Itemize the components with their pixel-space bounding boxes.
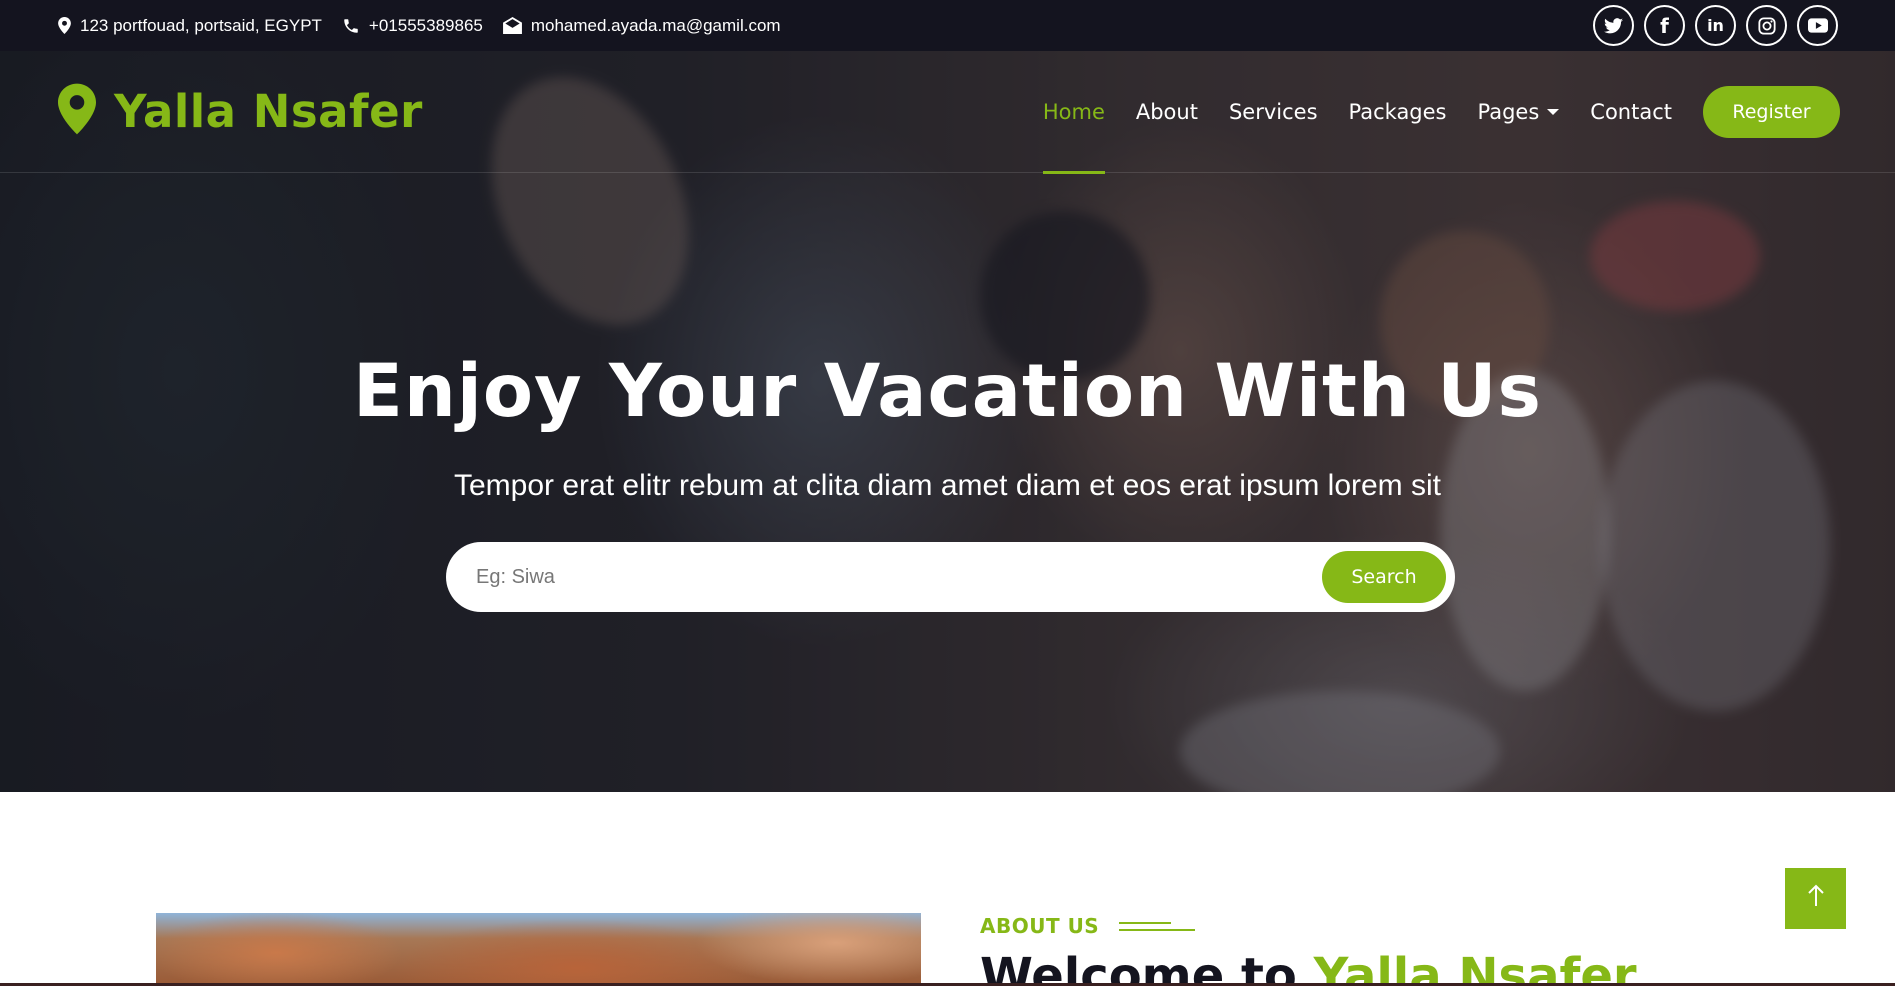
linkedin-icon[interactable]: in xyxy=(1695,5,1736,46)
about-label-row: ABOUT US xyxy=(980,914,1196,938)
map-marker-icon xyxy=(58,17,71,34)
map-marker-icon xyxy=(58,83,96,140)
social-links: f in xyxy=(1593,5,1838,46)
about-image xyxy=(156,913,921,986)
phone-item: +01555389865 xyxy=(342,16,483,36)
nav-pages-dropdown[interactable]: Pages xyxy=(1478,51,1560,173)
hero-section: Yalla Nsafer Home About Services Package… xyxy=(0,51,1895,792)
nav-pages-label: Pages xyxy=(1477,99,1540,124)
email-text: mohamed.ayada.ma@gamil.com xyxy=(530,15,781,35)
search-input[interactable] xyxy=(476,552,1322,602)
main-navbar: Yalla Nsafer Home About Services Package… xyxy=(0,51,1895,174)
about-label: ABOUT US xyxy=(980,914,1100,938)
back-to-top-button[interactable] xyxy=(1785,868,1846,929)
nav-about[interactable]: About xyxy=(1136,51,1198,173)
about-heading-accent: Yalla Nsafer xyxy=(1313,948,1637,986)
twitter-icon[interactable] xyxy=(1593,5,1634,46)
phone-text: +01555389865 xyxy=(368,15,483,35)
nav-home[interactable]: Home xyxy=(1042,51,1105,174)
envelope-icon xyxy=(502,17,522,34)
facebook-icon[interactable]: f xyxy=(1644,5,1685,46)
address-item: 123 portfouad, portsaid, EGYPT xyxy=(58,16,322,36)
contact-info: 123 portfouad, portsaid, EGYPT +01555389… xyxy=(58,16,781,36)
hero-subtitle: Tempor erat elitr rebum at clita diam am… xyxy=(453,469,1442,502)
search-bar: Search xyxy=(446,542,1455,612)
youtube-icon[interactable] xyxy=(1797,5,1838,46)
hero-title: Enjoy Your Vacation With Us xyxy=(352,349,1542,434)
email-item: mohamed.ayada.ma@gamil.com xyxy=(502,15,781,36)
top-bar: 123 portfouad, portsaid, EGYPT +01555389… xyxy=(0,0,1895,51)
search-button[interactable]: Search xyxy=(1322,551,1446,603)
facebook-glyph: f xyxy=(1660,13,1669,38)
arrow-up-icon xyxy=(1807,884,1825,913)
phone-icon xyxy=(342,17,360,35)
nav-packages[interactable]: Packages xyxy=(1349,51,1447,173)
about-heading-prefix: Welcome to xyxy=(980,948,1297,986)
nav-contact[interactable]: Contact xyxy=(1590,51,1672,173)
brand-name: Yalla Nsafer xyxy=(114,85,423,138)
address-text: 123 portfouad, portsaid, EGYPT xyxy=(80,15,322,35)
caret-down-icon xyxy=(1547,108,1560,115)
about-heading: Welcome to Yalla Nsafer xyxy=(980,948,1637,986)
nav-menu: Home About Services Packages Pages Conta… xyxy=(1042,51,1840,174)
register-button[interactable]: Register xyxy=(1703,85,1840,138)
nav-services[interactable]: Services xyxy=(1229,51,1318,173)
linkedin-glyph: in xyxy=(1707,16,1724,35)
instagram-icon[interactable] xyxy=(1746,5,1787,46)
about-divider xyxy=(1119,919,1196,933)
brand-logo[interactable]: Yalla Nsafer xyxy=(58,83,423,140)
